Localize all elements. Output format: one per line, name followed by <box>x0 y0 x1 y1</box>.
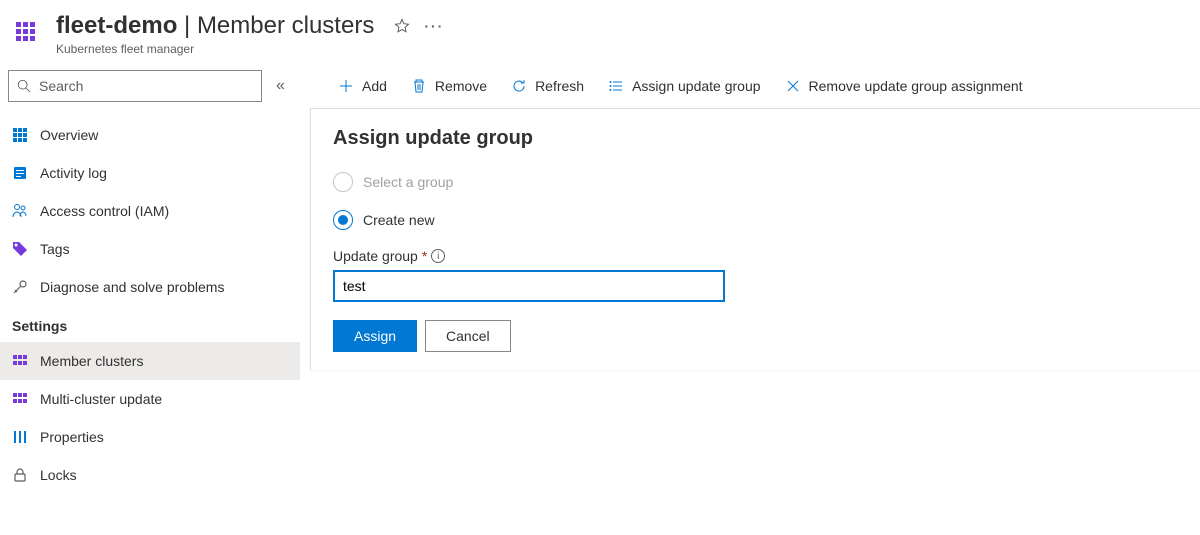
multi-cluster-update-icon <box>12 391 28 407</box>
radio-icon <box>333 210 353 230</box>
x-icon <box>785 78 801 94</box>
sidebar-item-access-control[interactable]: Access control (IAM) <box>0 192 300 230</box>
sidebar-item-member-clusters[interactable]: Member clusters <box>0 342 300 380</box>
sidebar-item-tags[interactable]: Tags <box>0 230 300 268</box>
collapse-sidebar-icon[interactable]: « <box>272 73 289 99</box>
field-label-row: Update group * i <box>333 248 1178 264</box>
assign-update-group-button[interactable]: Assign update group <box>598 72 770 100</box>
overview-icon <box>12 127 28 143</box>
refresh-button[interactable]: Refresh <box>501 72 594 100</box>
sidebar-item-properties[interactable]: Properties <box>0 418 300 456</box>
radio-create-new[interactable]: Create new <box>333 210 1178 230</box>
member-clusters-icon <box>12 353 28 369</box>
main-content: Add Remove Refresh Assign update group <box>310 64 1200 494</box>
sidebar: « Overview Activity log Access control (… <box>0 64 310 494</box>
plus-icon <box>338 78 354 94</box>
required-indicator: * <box>422 248 427 264</box>
sidebar-item-overview[interactable]: Overview <box>0 116 300 154</box>
sidebar-section-settings: Settings <box>0 306 300 342</box>
remove-button[interactable]: Remove <box>401 72 497 100</box>
update-group-name-input[interactable] <box>333 270 725 302</box>
search-icon <box>17 79 31 93</box>
command-bar: Add Remove Refresh Assign update group <box>310 64 1200 108</box>
page-title: fleet-demo | Member clusters ··· <box>56 12 1200 40</box>
page-header: fleet-demo | Member clusters ··· Kuberne… <box>0 0 1200 64</box>
resource-type-label: Kubernetes fleet manager <box>56 42 1200 56</box>
locks-icon <box>12 467 28 483</box>
radio-select-group[interactable]: Select a group <box>333 172 1178 192</box>
diagnose-icon <box>12 279 28 295</box>
tags-icon <box>12 241 28 257</box>
access-control-icon <box>12 203 28 219</box>
list-icon <box>608 78 624 94</box>
assign-button[interactable]: Assign <box>333 320 417 352</box>
info-icon[interactable]: i <box>431 249 445 263</box>
more-actions-icon[interactable]: ··· <box>424 18 444 34</box>
panel-title: Assign update group <box>333 127 1178 150</box>
sidebar-item-locks[interactable]: Locks <box>0 456 300 494</box>
radio-icon <box>333 172 353 192</box>
trash-icon <box>411 78 427 94</box>
properties-icon <box>12 429 28 445</box>
remove-update-group-assignment-button[interactable]: Remove update group assignment <box>775 72 1033 100</box>
sidebar-item-diagnose[interactable]: Diagnose and solve problems <box>0 268 300 306</box>
sidebar-search[interactable] <box>8 70 262 102</box>
resource-name: fleet-demo <box>56 12 177 39</box>
resource-type-icon <box>12 16 44 48</box>
page-section-name: Member clusters <box>197 12 374 39</box>
favorite-star-icon[interactable] <box>394 18 410 34</box>
sidebar-item-activity-log[interactable]: Activity log <box>0 154 300 192</box>
sidebar-item-multi-cluster-update[interactable]: Multi-cluster update <box>0 380 300 418</box>
sidebar-search-input[interactable] <box>39 78 253 94</box>
assign-update-group-panel: Assign update group Select a group Creat… <box>310 108 1200 370</box>
cancel-button[interactable]: Cancel <box>425 320 511 352</box>
activity-log-icon <box>12 165 28 181</box>
add-button[interactable]: Add <box>328 72 397 100</box>
refresh-icon <box>511 78 527 94</box>
